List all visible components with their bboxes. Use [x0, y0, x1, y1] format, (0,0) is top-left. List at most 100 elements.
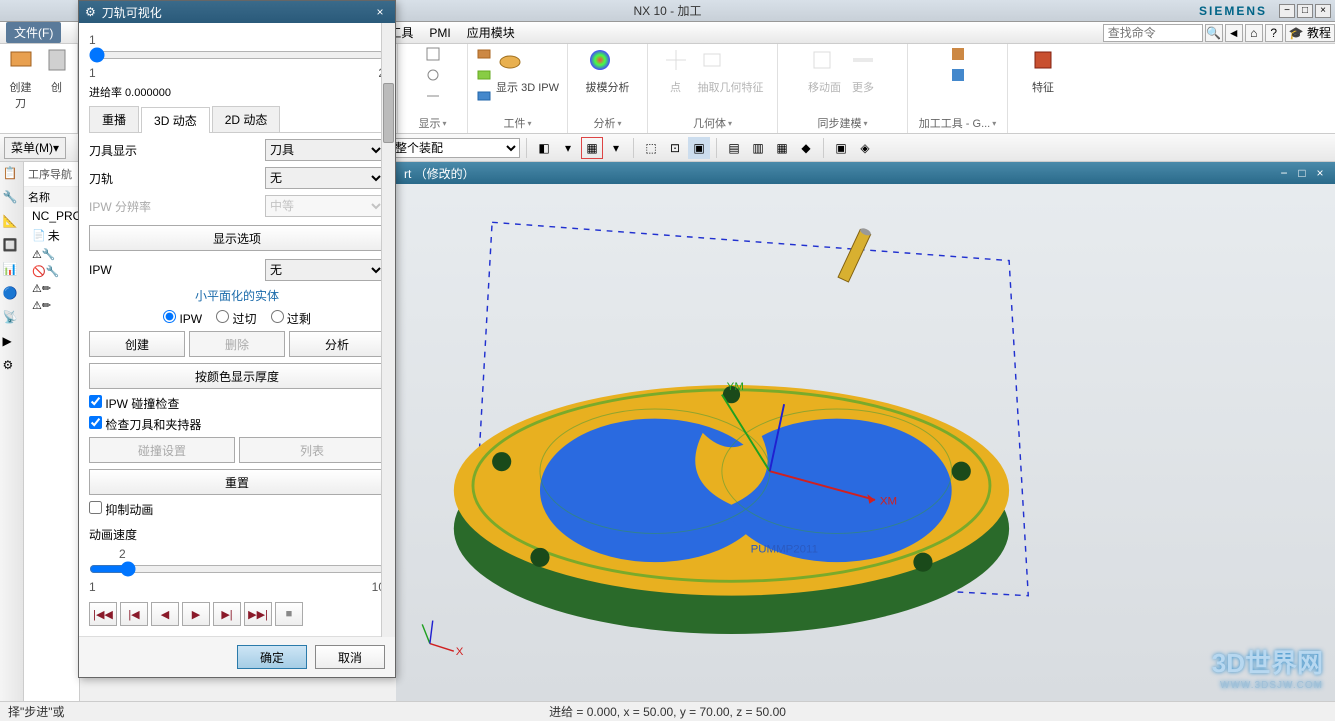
view-maximize-icon[interactable]: □: [1295, 166, 1309, 180]
home-icon[interactable]: ⌂: [1245, 24, 1263, 42]
play-back-button[interactable]: ◀: [151, 602, 179, 626]
nav-back-icon[interactable]: ◄: [1225, 24, 1243, 42]
mt-icon-1[interactable]: [950, 46, 966, 65]
display-icon-3[interactable]: [425, 88, 441, 107]
vtb-icon-3[interactable]: 📐: [3, 214, 21, 232]
show-options-button[interactable]: 显示选项: [89, 225, 385, 251]
search-input[interactable]: [1103, 24, 1203, 42]
extract-geom-button[interactable]: 抽取几何特征: [698, 46, 764, 95]
tab-3d-dynamic[interactable]: 3D 动态: [141, 107, 210, 133]
nav-item[interactable]: 📄 未: [24, 225, 79, 246]
dialog-titlebar[interactable]: ⚙ 刀轨可视化 ×: [79, 1, 395, 23]
view-close-icon[interactable]: ×: [1313, 166, 1327, 180]
toolpath-label: 刀轨: [89, 170, 265, 187]
chk-holder[interactable]: 检查刀具和夹持器: [89, 418, 201, 432]
move-face-button[interactable]: 移动面: [808, 46, 841, 95]
radio-ipw[interactable]: IPW: [163, 310, 202, 327]
cancel-button[interactable]: 取消: [315, 645, 385, 669]
chk-suppress-anim[interactable]: 抑制动画: [89, 503, 153, 517]
wp-icon-1[interactable]: [476, 46, 492, 65]
vtb-nav-icon[interactable]: 📋: [3, 166, 21, 184]
ok-button[interactable]: 确定: [237, 645, 307, 669]
tb-icon-1[interactable]: ◧: [533, 137, 555, 159]
list-button: 列表: [239, 437, 385, 463]
stop-button[interactable]: ■: [275, 602, 303, 626]
tb-icon-4[interactable]: ▾: [605, 137, 627, 159]
goto-end-button[interactable]: ▶▶|: [244, 602, 272, 626]
canvas-3d[interactable]: PUMMP2011 XM YM X: [396, 184, 1335, 701]
create-button[interactable]: 创: [43, 46, 71, 111]
nav-item[interactable]: ⚠✏: [24, 280, 79, 297]
tb-icon-13[interactable]: ◈: [854, 137, 876, 159]
sync-more-button[interactable]: 更多: [849, 46, 877, 95]
step-forward-button[interactable]: ▶|: [213, 602, 241, 626]
frame-slider[interactable]: [89, 47, 385, 63]
reset-button[interactable]: 重置: [89, 469, 385, 495]
radio-overcut[interactable]: 过切: [216, 310, 256, 327]
goto-start-button[interactable]: |◀◀: [89, 602, 117, 626]
vtb-icon-9[interactable]: ⚙: [3, 358, 21, 376]
tb-icon-2[interactable]: ▾: [557, 137, 579, 159]
menu-file[interactable]: 文件(F): [6, 22, 61, 43]
wp-icon-3[interactable]: [476, 88, 492, 107]
menu-dropdown-button[interactable]: 菜单(M) ▾: [4, 137, 66, 159]
dialog-scrollbar[interactable]: [381, 23, 395, 637]
view-minimize-icon[interactable]: −: [1277, 166, 1291, 180]
delete-button: 删除: [189, 331, 285, 357]
nav-item[interactable]: ⚠🔧: [24, 246, 79, 263]
step-back-button[interactable]: |◀: [120, 602, 148, 626]
nav-root[interactable]: NC_PRO: [24, 207, 79, 225]
draft-analysis-button[interactable]: 拔模分析: [586, 46, 630, 95]
thickness-button[interactable]: 按颜色显示厚度: [89, 363, 385, 389]
toolpath-select[interactable]: 无: [265, 167, 385, 189]
tool-display-select[interactable]: 刀具: [265, 139, 385, 161]
radio-excess[interactable]: 过剩: [271, 310, 311, 327]
assembly-select[interactable]: 整个装配: [390, 138, 520, 158]
tb-icon-7[interactable]: ▣: [688, 137, 710, 159]
tb-icon-12[interactable]: ▣: [830, 137, 852, 159]
minimize-button[interactable]: −: [1279, 4, 1295, 18]
svg-text:PUMMP2011: PUMMP2011: [751, 544, 818, 556]
tb-icon-5[interactable]: ⬚: [640, 137, 662, 159]
point-button[interactable]: 点: [662, 46, 690, 95]
create-tool-button[interactable]: 创建刀: [7, 46, 35, 111]
tb-icon-10[interactable]: ▦: [771, 137, 793, 159]
chk-collision[interactable]: IPW 碰撞检查: [89, 397, 179, 411]
play-forward-button[interactable]: ▶: [182, 602, 210, 626]
display-icon-2[interactable]: [425, 67, 441, 86]
nav-item[interactable]: ⚠✏: [24, 297, 79, 314]
vtb-icon-6[interactable]: 🔵: [3, 286, 21, 304]
search-icon[interactable]: 🔍: [1205, 24, 1223, 42]
wp-icon-2[interactable]: [476, 67, 492, 86]
tb-icon-8[interactable]: ▤: [723, 137, 745, 159]
tb-icon-3[interactable]: ▦: [581, 137, 603, 159]
vtb-icon-8[interactable]: ▶: [3, 334, 21, 352]
display-icon-1[interactable]: [425, 46, 441, 65]
status-coords: 进给 = 0.000, x = 50.00, y = 70.00, z = 50…: [549, 703, 786, 720]
close-window-button[interactable]: ×: [1315, 4, 1331, 18]
vtb-icon-2[interactable]: 🔧: [3, 190, 21, 208]
vtb-icon-5[interactable]: 📊: [3, 262, 21, 280]
mt-icon-2[interactable]: [950, 67, 966, 86]
tab-2d-dynamic[interactable]: 2D 动态: [212, 106, 281, 132]
analyze-button[interactable]: 分析: [289, 331, 385, 357]
vtb-icon-7[interactable]: 📡: [3, 310, 21, 328]
nav-item[interactable]: 🚫🔧: [24, 263, 79, 280]
vtb-icon-4[interactable]: 🔲: [3, 238, 21, 256]
create-button[interactable]: 创建: [89, 331, 185, 357]
maximize-button[interactable]: □: [1297, 4, 1313, 18]
tutorial-icon[interactable]: 🎓 教程: [1285, 24, 1335, 42]
tb-icon-11[interactable]: ◆: [795, 137, 817, 159]
tb-icon-6[interactable]: ⊡: [664, 137, 686, 159]
dialog-close-icon[interactable]: ×: [371, 5, 389, 19]
show-3d-ipw-button[interactable]: 显示 3D IPW: [496, 46, 559, 107]
anim-speed-slider[interactable]: [89, 561, 385, 577]
help-icon[interactable]: ?: [1265, 24, 1283, 42]
menu-pmi[interactable]: PMI: [421, 24, 458, 42]
command-search: 🔍 ◄ ⌂ ? 🎓 教程: [1103, 24, 1335, 42]
ipw-select[interactable]: 无: [265, 259, 385, 281]
feature-button[interactable]: 特征: [1029, 46, 1057, 95]
tab-replay[interactable]: 重播: [89, 106, 139, 132]
tb-icon-9[interactable]: ▥: [747, 137, 769, 159]
menu-appmod[interactable]: 应用模块: [459, 22, 523, 43]
